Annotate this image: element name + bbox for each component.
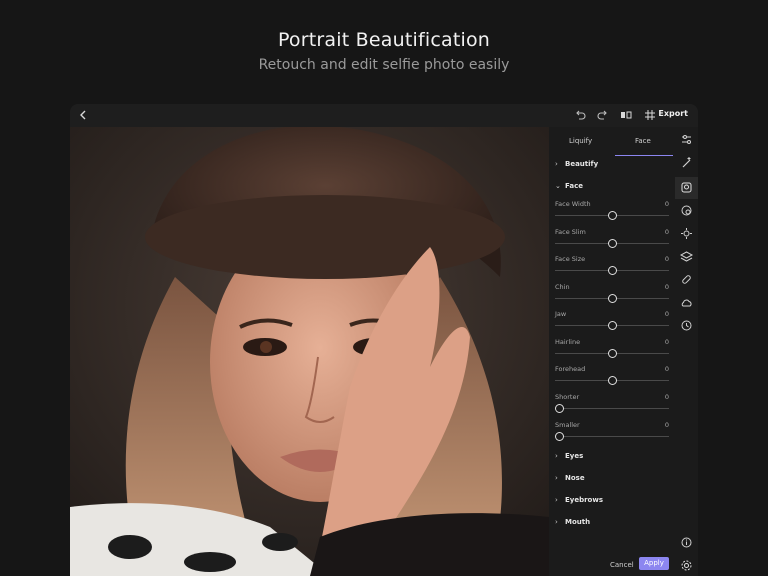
- slider-value: 0: [664, 421, 669, 429]
- slider-label: Smaller: [555, 421, 580, 429]
- section-eyebrows[interactable]: › Eyebrows: [555, 496, 603, 504]
- tool-rail: [675, 127, 698, 576]
- adjustment-panel: Liquify Face › Beautify ⌄ Face Face Width …: [549, 127, 675, 576]
- magic-icon[interactable]: [679, 155, 694, 170]
- section-label: Eyes: [565, 452, 584, 460]
- weather-icon[interactable]: [679, 295, 694, 310]
- slider-hairline[interactable]: Hairline 0: [555, 338, 669, 364]
- chevron-down-icon: ⌄: [555, 182, 561, 190]
- slider-thumb[interactable]: [608, 266, 617, 275]
- chevron-right-icon: ›: [555, 452, 558, 460]
- export-button[interactable]: Export: [658, 109, 688, 118]
- section-eyes[interactable]: › Eyes: [555, 452, 583, 460]
- slider-label: Chin: [555, 283, 570, 291]
- heal-icon[interactable]: [679, 272, 694, 287]
- slider-label: Jaw: [555, 310, 567, 318]
- slider-face-size[interactable]: Face Size 0: [555, 255, 669, 281]
- portrait-image: [70, 127, 549, 576]
- hero-subtitle: Retouch and edit selfie photo easily: [258, 57, 510, 73]
- tab-liquify[interactable]: Liquify: [569, 137, 592, 145]
- slider-thumb[interactable]: [608, 321, 617, 330]
- slider-face-width[interactable]: Face Width 0: [555, 200, 669, 226]
- slider-value: 0: [664, 393, 669, 401]
- slider-thumb[interactable]: [555, 404, 564, 413]
- section-label: Mouth: [565, 518, 591, 526]
- history-icon[interactable]: [679, 318, 694, 333]
- slider-thumb[interactable]: [608, 294, 617, 303]
- slider-face-slim[interactable]: Face Slim 0: [555, 228, 669, 254]
- section-label: Face: [565, 182, 583, 190]
- slider-value: 0: [664, 338, 669, 346]
- chevron-right-icon: ›: [555, 160, 558, 168]
- apply-button[interactable]: Apply: [639, 557, 669, 570]
- chevron-right-icon: ›: [555, 496, 558, 504]
- section-nose[interactable]: › Nose: [555, 474, 585, 482]
- layers-icon[interactable]: [679, 249, 694, 264]
- section-beautify[interactable]: › Beautify: [555, 160, 598, 168]
- info-icon[interactable]: [679, 535, 694, 550]
- section-label: Nose: [565, 474, 585, 482]
- grid-icon[interactable]: [643, 108, 657, 122]
- section-mouth[interactable]: › Mouth: [555, 518, 590, 526]
- slider-chin[interactable]: Chin 0: [555, 283, 669, 309]
- slider-track[interactable]: [555, 408, 669, 409]
- slider-thumb[interactable]: [608, 376, 617, 385]
- section-face[interactable]: ⌄ Face: [555, 182, 583, 190]
- section-label: Eyebrows: [565, 496, 603, 504]
- tab-face[interactable]: Face: [635, 137, 651, 145]
- settings-icon[interactable]: [679, 558, 694, 573]
- slider-thumb[interactable]: [608, 211, 617, 220]
- chevron-right-icon: ›: [555, 474, 558, 482]
- slider-value: 0: [664, 283, 669, 291]
- chevron-right-icon: ›: [555, 518, 558, 526]
- slider-thumb[interactable]: [555, 432, 564, 441]
- undo-icon[interactable]: [573, 108, 587, 122]
- slider-thumb[interactable]: [608, 349, 617, 358]
- slider-value: 0: [664, 228, 669, 236]
- editor-window: Export Liquify Face › Beautify ⌄ Face Fa…: [70, 104, 698, 576]
- compare-icon[interactable]: [619, 108, 633, 122]
- slider-label: Face Size: [555, 255, 586, 263]
- chevron-left-icon[interactable]: [76, 108, 90, 122]
- hero-title: Portrait Beautification: [277, 29, 491, 51]
- slider-value: 0: [664, 365, 669, 373]
- panel-tabs: Liquify Face: [549, 127, 675, 159]
- slider-label: Hairline: [555, 338, 581, 346]
- slider-thumb[interactable]: [608, 239, 617, 248]
- redo-icon[interactable]: [596, 108, 610, 122]
- slider-label: Shorter: [555, 393, 580, 401]
- slider-value: 0: [664, 200, 669, 208]
- cancel-button[interactable]: Cancel: [610, 561, 634, 569]
- slider-smaller[interactable]: Smaller 0: [555, 421, 669, 447]
- active-tab-indicator: [615, 155, 673, 156]
- face-icon[interactable]: [679, 180, 694, 195]
- slider-jaw[interactable]: Jaw 0: [555, 310, 669, 336]
- slider-label: Face Width: [555, 200, 591, 208]
- slider-shorter[interactable]: Shorter 0: [555, 393, 669, 419]
- effects-icon[interactable]: [679, 226, 694, 241]
- slider-value: 0: [664, 310, 669, 318]
- slider-label: Forehead: [555, 365, 586, 373]
- slider-value: 0: [664, 255, 669, 263]
- slider-forehead[interactable]: Forehead 0: [555, 365, 669, 391]
- adjust-icon[interactable]: [679, 132, 694, 147]
- portrait-photo[interactable]: [70, 127, 549, 576]
- slider-track[interactable]: [555, 436, 669, 437]
- section-label: Beautify: [565, 160, 599, 168]
- retouch-icon[interactable]: [679, 203, 694, 218]
- top-toolbar: Export: [70, 104, 698, 127]
- slider-label: Face Slim: [555, 228, 586, 236]
